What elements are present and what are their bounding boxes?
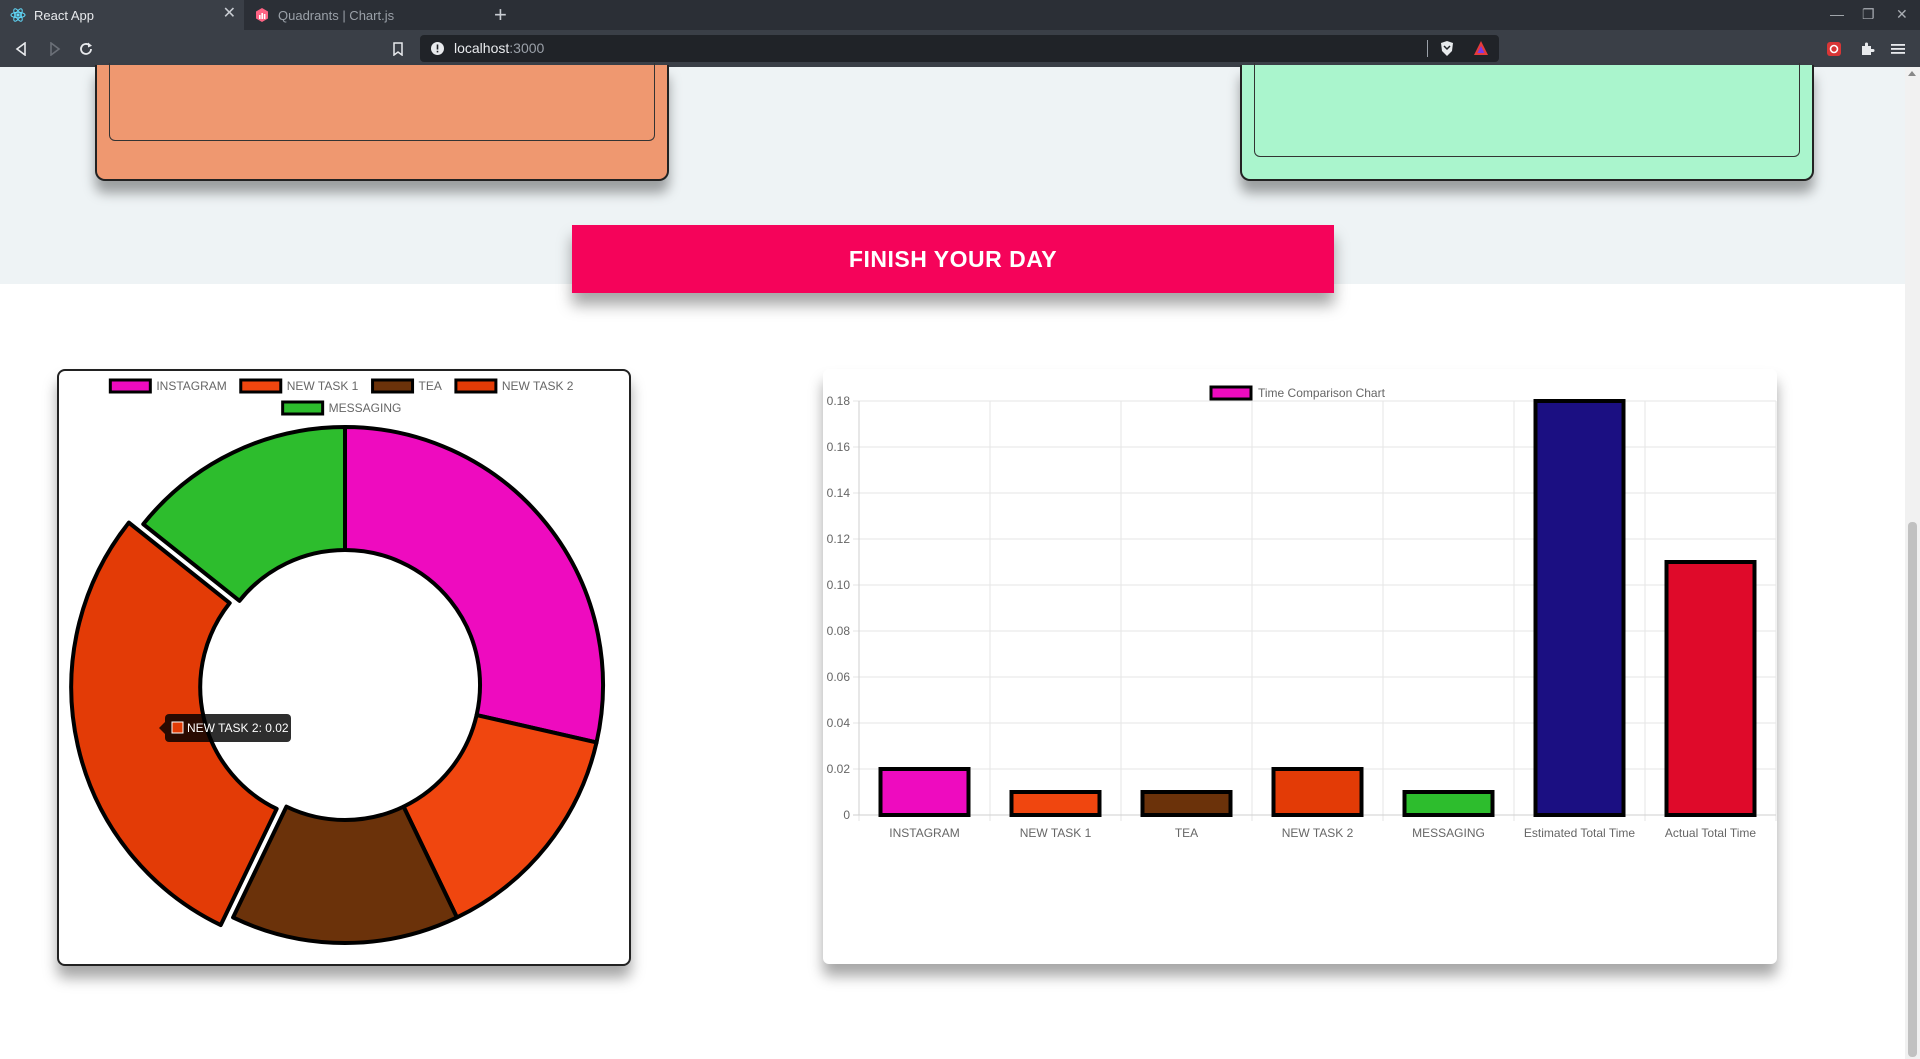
- legend-swatch-new-task-1[interactable]: [239, 378, 283, 394]
- close-window-icon[interactable]: ✕: [1896, 6, 1908, 22]
- tooltip-swatch: [171, 721, 184, 734]
- back-icon[interactable]: [12, 39, 32, 59]
- close-tab-icon[interactable]: ✕: [223, 6, 236, 22]
- x-tick-label-messaging: MESSAGING: [1412, 826, 1485, 840]
- legend-swatch-new-task-2[interactable]: [454, 378, 498, 394]
- tooltip-text: NEW TASK 2: 0.02: [187, 721, 289, 735]
- legend-label-messaging[interactable]: MESSAGING: [329, 401, 402, 415]
- bar-new-task-1[interactable]: [1009, 790, 1102, 817]
- reload-icon[interactable]: [76, 39, 96, 59]
- scroll-up-arrow-icon[interactable]: [1908, 71, 1916, 76]
- y-tick-label: 0.10: [827, 578, 851, 592]
- new-tab-icon[interactable]: +: [494, 3, 507, 27]
- legend-label-new-task-1[interactable]: NEW TASK 1: [287, 379, 359, 393]
- bar-chart[interactable]: Time Comparison Chart 0.18 0.16 0.14 0.12 0.1…: [823, 369, 1777, 964]
- address-bar[interactable]: localhost:3000: [420, 35, 1499, 62]
- tab-quadrants-chartjs[interactable]: Quadrants | Chart.js: [244, 0, 484, 30]
- x-tick-label-instagram: INSTAGRAM: [889, 826, 959, 840]
- brave-rewards-icon[interactable]: [1473, 40, 1489, 61]
- doughnut-chart-panel: INSTAGRAM NEW TASK 1 TEA NEW TASK 2 MESSAGIN…: [57, 369, 631, 966]
- legend-swatch-tea[interactable]: [371, 378, 415, 394]
- x-tick-label-tea: TEA: [1175, 826, 1198, 840]
- extensions-puzzle-icon[interactable]: [1857, 39, 1877, 59]
- legend-label-instagram[interactable]: INSTAGRAM: [156, 379, 226, 393]
- legend-swatch-messaging[interactable]: [281, 400, 325, 416]
- tab-react-app[interactable]: React App ✕: [0, 0, 244, 30]
- y-tick-label: 0.02: [827, 762, 851, 776]
- url-host: localhost: [454, 40, 510, 56]
- quadrant-inner-box: [1254, 63, 1800, 157]
- minimize-icon[interactable]: —: [1830, 6, 1844, 22]
- x-tick-label-new-task-2: NEW TASK 2: [1282, 826, 1354, 840]
- y-tick-label: 0.18: [827, 394, 851, 408]
- quadrant-card-orange: [95, 63, 669, 181]
- legend-swatch-time-comparison[interactable]: [1209, 385, 1253, 401]
- tab-title: Quadrants | Chart.js: [278, 7, 395, 23]
- url-text: localhost:3000: [454, 40, 544, 56]
- finish-your-day-button[interactable]: FINISH YOUR DAY: [572, 225, 1334, 293]
- legend-label-tea[interactable]: TEA: [419, 379, 442, 393]
- bookmark-icon[interactable]: [388, 39, 408, 59]
- y-tick-label: 0.12: [827, 532, 851, 546]
- y-tick-label: 0.04: [827, 716, 851, 730]
- doughnut-slice-instagram[interactable]: [343, 425, 605, 745]
- site-info-icon[interactable]: [430, 41, 445, 61]
- browser-tab-strip: React App ✕ Quadrants | Chart.js + — ❐ ✕: [0, 0, 1920, 30]
- react-logo-icon: [10, 7, 26, 23]
- y-tick-label: 0.16: [827, 440, 851, 454]
- page-scrollbar[interactable]: [1905, 67, 1920, 1059]
- browser-toolbar: localhost:3000: [0, 30, 1920, 67]
- y-tick-label: 0: [843, 808, 850, 822]
- y-tick-label: 0.08: [827, 624, 851, 638]
- forward-icon[interactable]: [44, 39, 64, 59]
- x-tick-label-new-task-1: NEW TASK 1: [1020, 826, 1092, 840]
- quadrant-inner-box: [109, 63, 655, 141]
- restore-icon[interactable]: ❐: [1862, 6, 1875, 22]
- bar-chart-panel: Time Comparison Chart 0.18 0.16 0.14 0.12 0.1…: [823, 369, 1777, 964]
- legend-label-new-task-2[interactable]: NEW TASK 2: [502, 379, 574, 393]
- brave-shields-icon[interactable]: [1439, 40, 1455, 62]
- doughnut-chart[interactable]: INSTAGRAM NEW TASK 1 TEA NEW TASK 2 MESSAGIN…: [59, 371, 629, 964]
- tab-title: React App: [34, 7, 94, 23]
- y-tick-label: 0.06: [827, 670, 851, 684]
- legend-label-time-comparison[interactable]: Time Comparison Chart: [1258, 386, 1386, 400]
- bar-instagram[interactable]: [878, 767, 971, 817]
- x-tick-label-actual-total-time: Actual Total Time: [1665, 826, 1756, 840]
- chart-tooltip: NEW TASK 2: 0.02: [159, 714, 291, 742]
- legend-swatch-instagram[interactable]: [108, 378, 152, 394]
- address-bar-divider: [1427, 40, 1428, 57]
- menu-icon[interactable]: [1888, 39, 1908, 59]
- extension-red-icon[interactable]: [1824, 39, 1844, 59]
- bar-estimated-total-time[interactable]: [1533, 399, 1626, 817]
- scrollbar-thumb[interactable]: [1908, 522, 1917, 1057]
- bar-tea[interactable]: [1140, 790, 1233, 817]
- y-tick-label: 0.14: [827, 486, 851, 500]
- quadrant-card-green: [1240, 63, 1814, 181]
- x-tick-label-estimated-total-time: Estimated Total Time: [1524, 826, 1635, 840]
- bar-messaging[interactable]: [1402, 790, 1495, 817]
- bar-actual-total-time[interactable]: [1664, 560, 1757, 817]
- chartjs-logo-icon: [254, 7, 270, 23]
- bar-new-task-2[interactable]: [1271, 767, 1364, 817]
- url-port: :3000: [509, 40, 545, 56]
